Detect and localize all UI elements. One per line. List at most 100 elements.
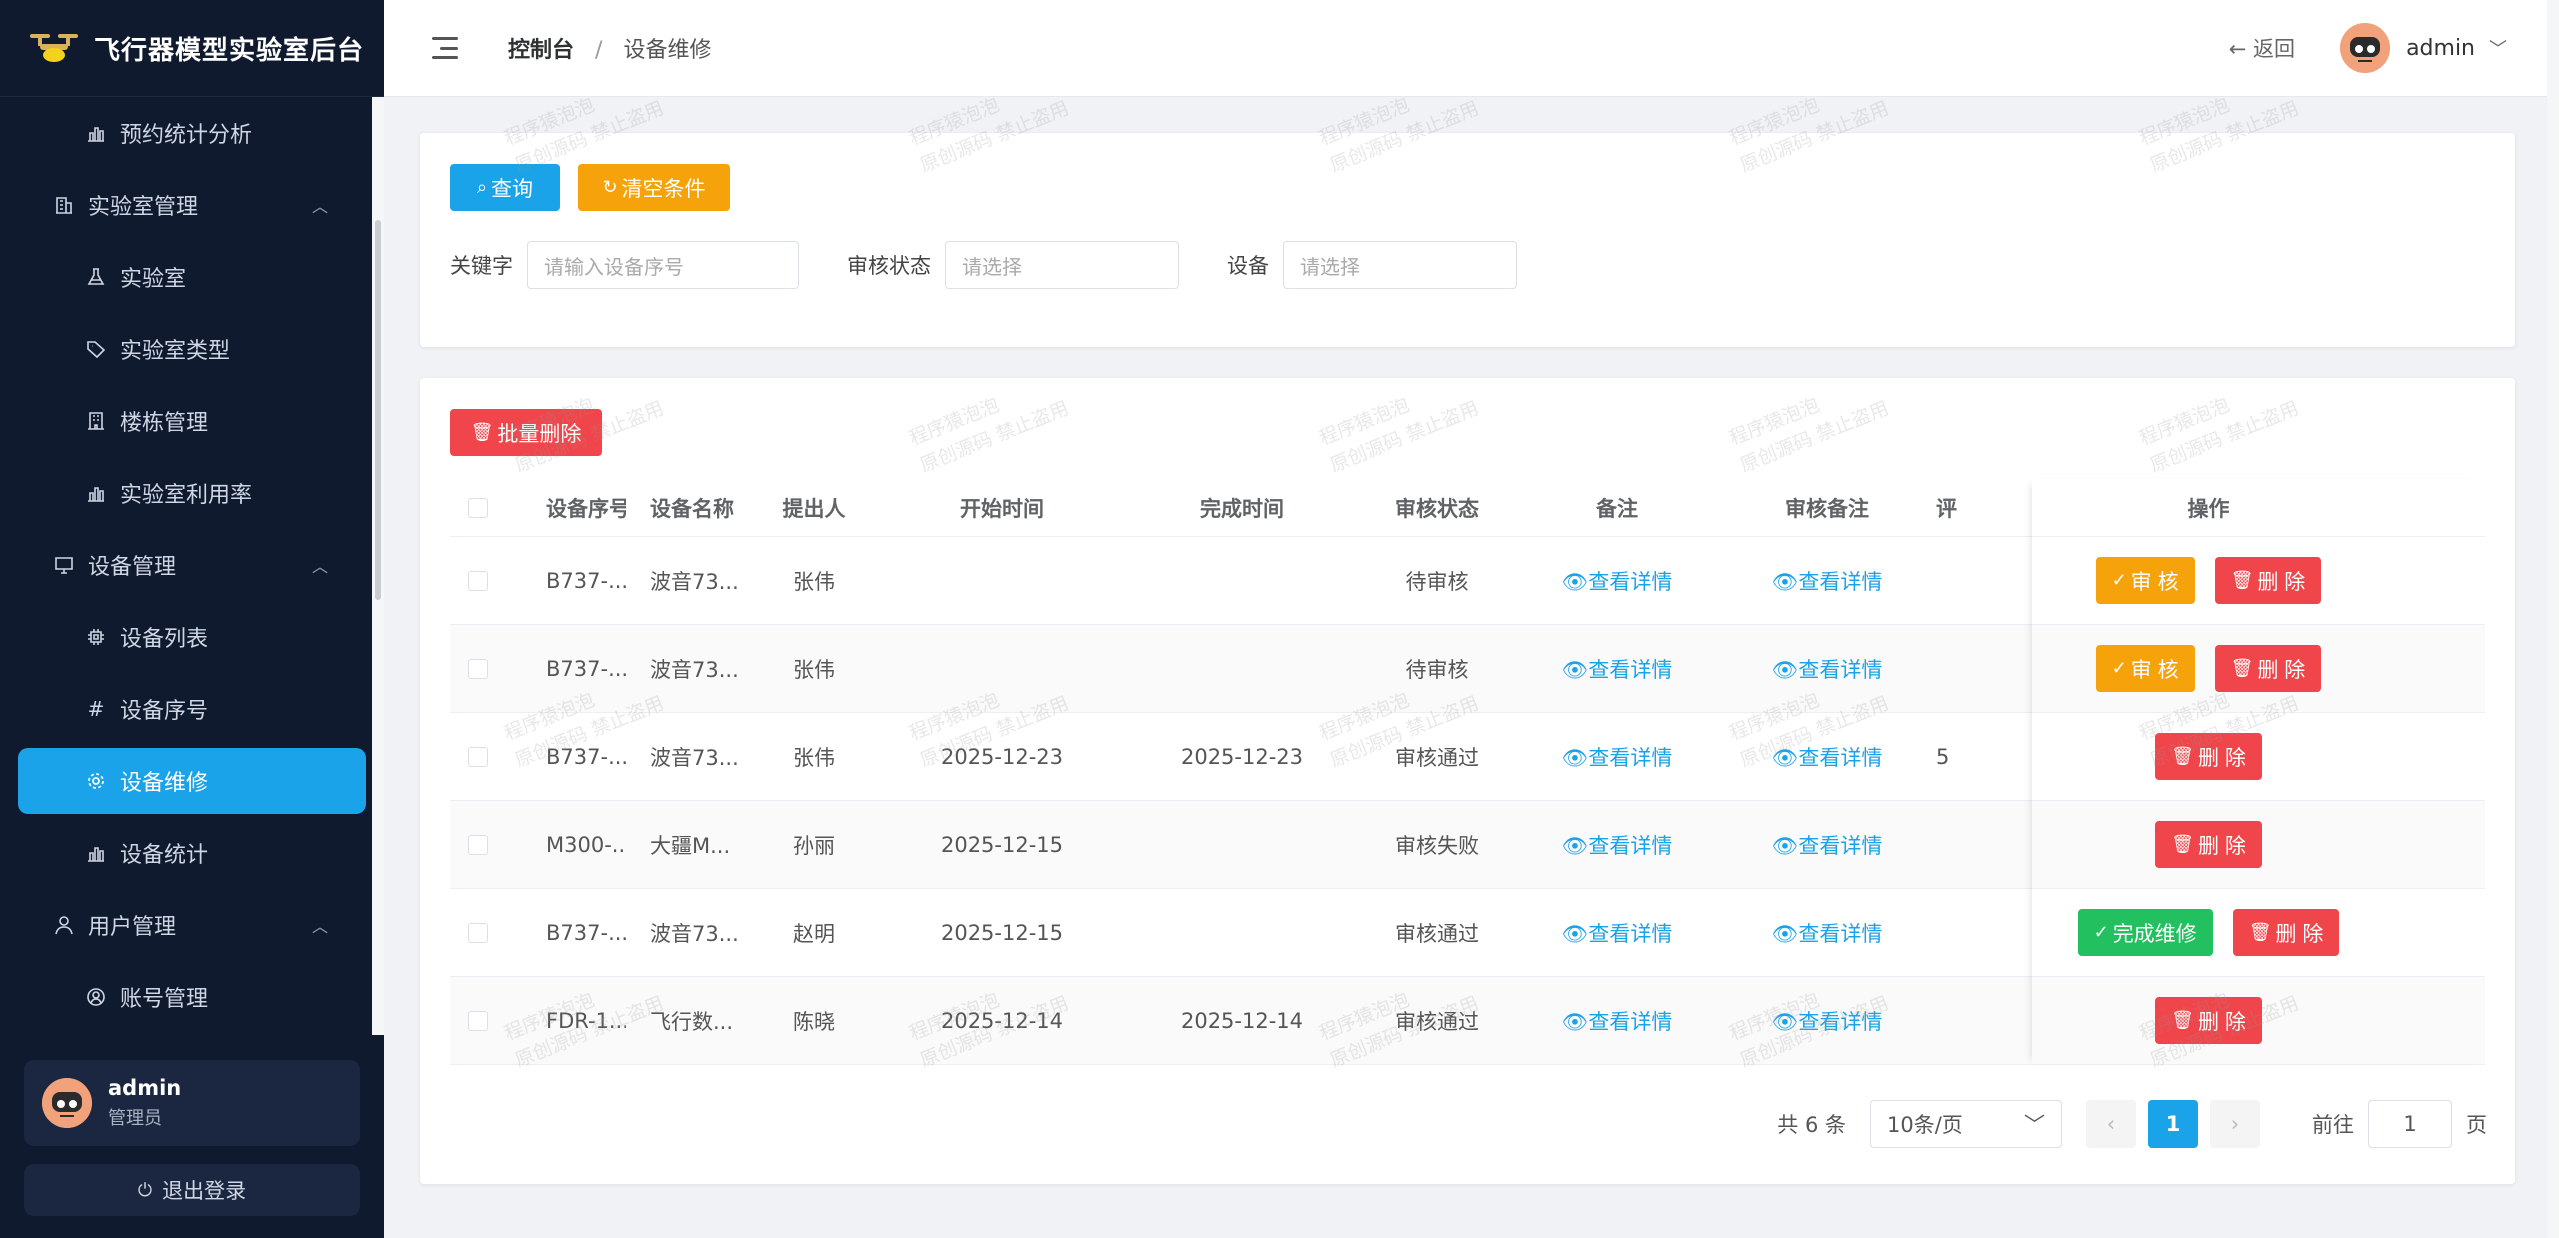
sidebar-item-device-repair[interactable]: 设备维修 xyxy=(18,748,366,814)
approve-button[interactable]: ✓ 审 核 xyxy=(2095,557,2195,604)
sidebar-group-device-management[interactable]: 设备管理 ︿ xyxy=(0,529,384,601)
view-remark-link[interactable]: 👁查看详情 xyxy=(1512,918,1722,948)
view-remark-link[interactable]: 👁查看详情 xyxy=(1512,654,1722,684)
complete-repair-button[interactable]: ✓ 完成维修 xyxy=(2077,909,2213,956)
row-checkbox[interactable] xyxy=(468,570,488,591)
sidebar-group-lab-management[interactable]: 实验室管理 ︿ xyxy=(0,169,384,241)
delete-button[interactable]: 🗑 删 除 xyxy=(2155,821,2262,868)
chip-icon xyxy=(84,625,108,649)
cell-start-time: 2025-12-14 xyxy=(940,1008,1064,1033)
status-select[interactable]: 请选择 xyxy=(945,241,1179,289)
sidebar-item-label: 实验室类型 xyxy=(120,339,231,364)
page-scrollbar[interactable] xyxy=(2547,0,2559,1238)
sidebar-item-account[interactable]: 账号管理 xyxy=(0,961,384,1033)
row-checkbox[interactable] xyxy=(468,746,488,767)
sidebar-group-user-management[interactable]: 用户管理 ︿ xyxy=(0,889,384,961)
trash-icon: 🗑 xyxy=(2171,746,2194,766)
query-button[interactable]: ⌕ 查询 xyxy=(450,164,560,211)
sidebar-item-device-serial[interactable]: # 设备序号 xyxy=(0,673,384,745)
view-remark-link[interactable]: 👁查看详情 xyxy=(1512,830,1722,860)
cell-actions: ✓ 审 核 🗑 删 除 xyxy=(1982,645,2435,692)
delete-button[interactable]: 🗑 删 除 xyxy=(2214,645,2322,692)
eye-icon: 👁 xyxy=(1771,1009,1799,1034)
delete-button[interactable]: 🗑 删 除 xyxy=(2155,733,2262,780)
chevron-down-icon: ﹀ xyxy=(2024,1113,2045,1137)
breadcrumb-current: 设备维修 xyxy=(623,38,712,63)
col-header[interactable]: 审核状态 xyxy=(1362,493,1512,523)
view-audit-remark-link[interactable]: 👁查看详情 xyxy=(1722,742,1932,772)
eye-icon: 👁 xyxy=(1561,833,1589,858)
col-header[interactable]: 评 xyxy=(1932,493,1982,523)
col-header[interactable]: 设备名称 xyxy=(626,493,746,523)
device-select[interactable]: 请选择 xyxy=(1283,241,1517,289)
col-header[interactable]: 审核备注 xyxy=(1722,493,1932,523)
delete-button[interactable]: 🗑 删 除 xyxy=(2232,909,2340,956)
keyword-input[interactable]: 请输入设备序号 xyxy=(527,241,799,289)
goto-label: 前往 xyxy=(2312,1113,2354,1137)
sidebar-item-label: 楼栋管理 xyxy=(120,411,209,436)
table-row[interactable]: M300-... 大疆M... 孙丽 2025-12-15 审核失败 👁查看详情 👁查看详情… xyxy=(450,801,2485,889)
table-row[interactable]: B737-... 波音73... 张伟 待审核 👁查看详情 👁查看详情 ✓ 审 核 🗑 删 除 xyxy=(450,537,2485,625)
approve-button[interactable]: ✓ 审 核 xyxy=(2095,645,2195,692)
cell-status: 审核通过 xyxy=(1395,745,1479,770)
brand[interactable]: 飞行器模型实验室后台 xyxy=(0,0,384,97)
eye-icon: 👁 xyxy=(1771,745,1799,770)
view-audit-remark-link[interactable]: 👁查看详情 xyxy=(1722,1006,1932,1036)
sidebar-item-lab-type[interactable]: 实验室类型 xyxy=(0,313,384,385)
row-checkbox[interactable] xyxy=(468,834,488,855)
col-header[interactable]: 设备序号 xyxy=(506,493,626,523)
row-checkbox[interactable] xyxy=(468,1010,488,1031)
menu-toggle-icon[interactable] xyxy=(432,37,458,59)
sidebar-item-label: 用户管理 xyxy=(88,915,177,940)
page-number-button[interactable]: 1 xyxy=(2148,1100,2198,1148)
view-audit-remark-link[interactable]: 👁查看详情 xyxy=(1722,566,1932,596)
col-header[interactable]: 备注 xyxy=(1512,493,1722,523)
sidebar-item-label: 实验室利用率 xyxy=(120,483,253,508)
sidebar-item-device-stats[interactable]: 设备统计 xyxy=(0,817,384,889)
clear-filters-button[interactable]: ↻ 清空条件 xyxy=(578,164,730,211)
table-row[interactable]: B737-... 波音73... 张伟 待审核 👁查看详情 👁查看详情 ✓ 审 核 🗑 删 除 xyxy=(450,625,2485,713)
sidebar-scrollbar-thumb[interactable] xyxy=(375,220,381,600)
sidebar-item-device-list[interactable]: 设备列表 xyxy=(0,601,384,673)
view-detail-label: 查看详情 xyxy=(1798,745,1883,770)
header-user-menu[interactable]: admin ﹀ xyxy=(2340,23,2507,73)
row-checkbox[interactable] xyxy=(468,658,488,679)
back-button[interactable]: ← 返回 xyxy=(2229,33,2295,63)
goto-page-input[interactable]: 1 xyxy=(2368,1100,2452,1148)
col-header[interactable]: 提出人 xyxy=(746,493,882,523)
delete-button[interactable]: 🗑 删 除 xyxy=(2214,557,2322,604)
prev-page-button[interactable]: ‹ xyxy=(2086,1100,2136,1148)
breadcrumb: 控制台 / 设备维修 xyxy=(508,32,711,64)
delete-button[interactable]: 🗑 删 除 xyxy=(2155,997,2262,1044)
select-all-checkbox[interactable] xyxy=(468,497,488,518)
op-label: 删 除 xyxy=(2198,834,2246,858)
sidebar-item-building[interactable]: 楼栋管理 xyxy=(0,385,384,457)
view-remark-link[interactable]: 👁查看详情 xyxy=(1512,742,1722,772)
table-row[interactable]: B737-... 波音73... 赵明 2025-12-15 审核通过 👁查看详情 👁查看详… xyxy=(450,889,2485,977)
chevron-up-icon: ︿ xyxy=(311,917,328,936)
bar-chart-icon xyxy=(84,841,108,865)
row-checkbox[interactable] xyxy=(468,922,488,943)
view-audit-remark-link[interactable]: 👁查看详情 xyxy=(1722,830,1932,860)
view-audit-remark-link[interactable]: 👁查看详情 xyxy=(1722,918,1932,948)
col-header[interactable]: 完成时间 xyxy=(1122,493,1362,523)
table-row[interactable]: FDR-1... 飞行数... 陈晓 2025-12-14 2025-12-14 审核通过… xyxy=(450,977,2485,1065)
view-audit-remark-link[interactable]: 👁查看详情 xyxy=(1722,654,1932,684)
view-remark-link[interactable]: 👁查看详情 xyxy=(1512,566,1722,596)
check-circle-icon: ✓ xyxy=(2093,922,2109,942)
table-row[interactable]: B737-... 波音73... 张伟 2025-12-23 2025-12-23 审核通… xyxy=(450,713,2485,801)
col-header[interactable]: 开始时间 xyxy=(882,493,1122,523)
page-size-select[interactable]: 10条/页 ﹀ xyxy=(1870,1100,2062,1148)
op-label: 删 除 xyxy=(2275,922,2324,946)
view-remark-link[interactable]: 👁查看详情 xyxy=(1512,1006,1722,1036)
sidebar-item-lab-utilization[interactable]: 实验室利用率 xyxy=(0,457,384,529)
batch-delete-button[interactable]: 🗑 批量删除 xyxy=(450,409,602,456)
breadcrumb-home[interactable]: 控制台 xyxy=(508,38,574,63)
next-page-button[interactable]: › xyxy=(2210,1100,2260,1148)
trash-icon: 🗑 xyxy=(2171,834,2194,854)
sidebar-user-card[interactable]: admin 管理员 xyxy=(24,1060,360,1146)
logout-button[interactable]: ⏻ 退出登录 xyxy=(24,1164,360,1216)
sidebar-item-booking-stats[interactable]: 预约统计分析 xyxy=(0,97,384,169)
sidebar-item-lab[interactable]: 实验室 xyxy=(0,241,384,313)
cell-device-name: 波音73... xyxy=(650,745,739,770)
